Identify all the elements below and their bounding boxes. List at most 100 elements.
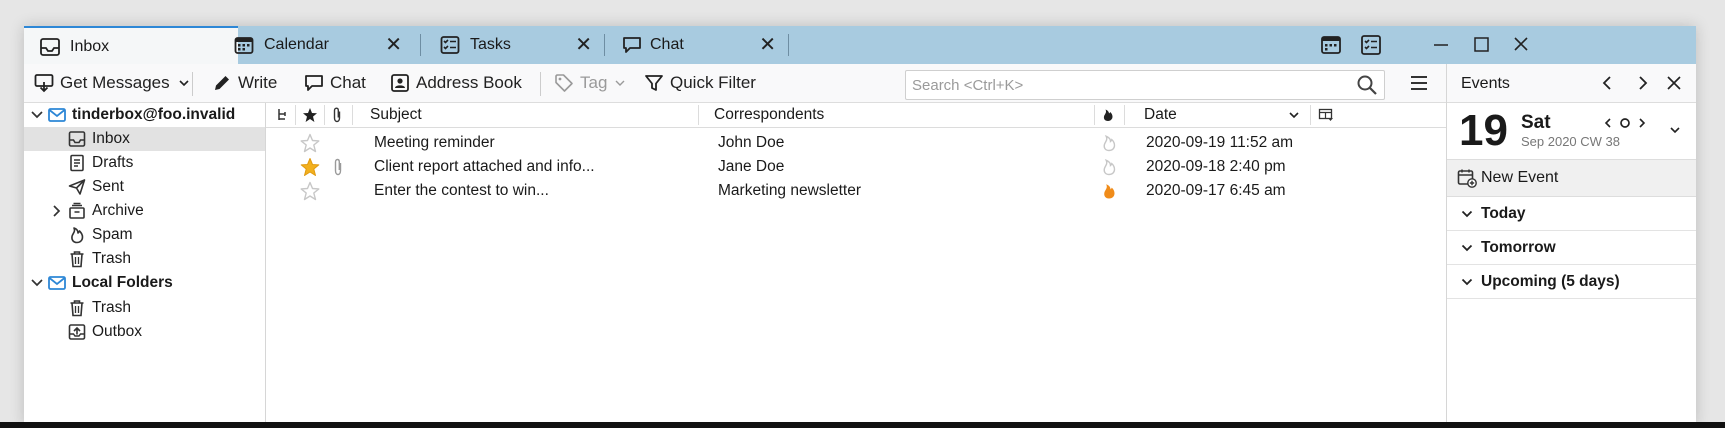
attachment-column-icon[interactable] (330, 107, 344, 123)
section-tomorrow[interactable]: Tomorrow (1447, 231, 1696, 265)
new-event-label: New Event (1481, 169, 1559, 186)
folder-label: Trash (92, 299, 132, 316)
star-icon[interactable] (300, 157, 320, 177)
today-pane-title: Events (1461, 75, 1510, 92)
search-input[interactable] (906, 71, 1342, 99)
folder-drafts[interactable]: Drafts (24, 151, 265, 175)
folder-label: Inbox (92, 130, 130, 147)
folder-local-trash[interactable]: Trash (24, 296, 265, 320)
subject-column-header[interactable]: Subject (370, 103, 422, 127)
tab-calendar-label: Calendar (264, 36, 329, 53)
thread-pane: Subject Correspondents Date Meeting remi… (266, 103, 1446, 426)
star-column-icon[interactable] (302, 107, 318, 123)
thread-icon[interactable] (276, 108, 290, 122)
tab-chat[interactable]: Chat ✕ (604, 26, 788, 64)
chevron-down-icon[interactable] (1288, 110, 1300, 120)
junk-status-icon[interactable] (1102, 134, 1116, 152)
folder-archive[interactable]: Archive (24, 199, 265, 223)
correspondents-header-label: Correspondents (714, 106, 825, 123)
tasks-icon[interactable] (1358, 33, 1384, 57)
new-event-button[interactable]: New Event (1447, 160, 1696, 197)
account-label: tinderbox@foo.invalid (72, 106, 236, 123)
chat-button[interactable]: Chat (304, 64, 366, 102)
folder-inbox[interactable]: Inbox (24, 127, 265, 151)
calendar-icon[interactable] (1318, 33, 1344, 57)
maximize-icon[interactable] (1468, 33, 1494, 57)
chevron-down-icon[interactable] (178, 78, 190, 88)
quick-filter-button[interactable]: Quick Filter (644, 64, 756, 102)
folder-label: Sent (92, 178, 124, 195)
address-book-icon (391, 74, 409, 92)
star-icon[interactable] (300, 133, 320, 153)
new-event-icon (1457, 169, 1477, 188)
local-folders-row[interactable]: Local Folders (24, 271, 265, 295)
date-column-header[interactable]: Date (1144, 103, 1177, 127)
table-row[interactable]: Client report attached and info... Jane … (266, 155, 1446, 179)
quick-filter-label: Quick Filter (670, 73, 756, 92)
message-subject: Enter the contest to win... (374, 182, 549, 199)
day-subtitle: Sep 2020 CW 38 (1521, 134, 1621, 149)
folder-trash[interactable]: Trash (24, 247, 265, 271)
chevron-right-icon[interactable] (1637, 117, 1647, 129)
section-today[interactable]: Today (1447, 197, 1696, 231)
inbox-icon (40, 38, 60, 56)
chevron-down-icon[interactable] (30, 276, 44, 290)
close-icon[interactable]: ✕ (575, 35, 592, 55)
tab-calendar[interactable]: Calendar ✕ (220, 26, 420, 64)
folder-outbox[interactable]: Outbox (24, 320, 265, 344)
today-pane-header: Events (1447, 64, 1696, 103)
close-icon[interactable]: ✕ (759, 35, 776, 55)
address-book-label: Address Book (416, 73, 522, 92)
write-button[interactable]: Write (212, 64, 277, 102)
today-circle-icon[interactable] (1619, 117, 1631, 129)
search-icon[interactable] (1356, 74, 1378, 96)
junk-status-icon[interactable] (1102, 158, 1116, 176)
account-row[interactable]: tinderbox@foo.invalid (24, 103, 265, 127)
column-picker-icon[interactable] (1318, 108, 1334, 122)
chevron-right-icon[interactable] (50, 204, 64, 218)
message-subject: Client report attached and info... (374, 158, 595, 175)
flame-icon (71, 227, 84, 244)
tab-chat-label: Chat (650, 36, 684, 53)
junk-status-icon[interactable] (1102, 182, 1116, 200)
section-label: Upcoming (5 days) (1481, 273, 1620, 290)
tag-button[interactable]: Tag (554, 64, 631, 102)
pencil-icon (215, 76, 229, 90)
star-icon[interactable] (300, 181, 320, 201)
section-upcoming[interactable]: Upcoming (5 days) (1447, 265, 1696, 299)
tag-label: Tag (580, 73, 608, 92)
table-row[interactable]: Meeting reminder John Doe 2020-09-19 11:… (266, 131, 1446, 155)
chevron-left-icon[interactable] (1603, 117, 1613, 129)
address-book-button[interactable]: Address Book (390, 64, 522, 102)
tab-tasks[interactable]: Tasks ✕ (420, 26, 604, 64)
chevron-down-icon[interactable] (30, 108, 44, 122)
close-window-icon[interactable] (1508, 33, 1534, 57)
minimize-icon[interactable] (1428, 33, 1454, 57)
chevron-down-icon (615, 80, 625, 86)
local-folders-label: Local Folders (72, 274, 173, 291)
tab-tasks-label: Tasks (470, 36, 511, 53)
bottom-border (0, 422, 1725, 428)
chevron-down-icon (1461, 278, 1473, 286)
folder-sent[interactable]: Sent (24, 175, 265, 199)
folder-label: Trash (92, 250, 132, 267)
account-mail-icon (48, 108, 66, 122)
correspondents-column-header[interactable]: Correspondents (714, 103, 824, 127)
close-icon[interactable]: ✕ (385, 35, 402, 55)
filter-icon (645, 75, 663, 91)
get-messages-button[interactable]: Get Messages (34, 64, 170, 102)
hamburger-menu-icon[interactable] (1409, 74, 1429, 92)
folder-spam[interactable]: Spam (24, 223, 265, 247)
table-row[interactable]: Enter the contest to win... Marketing ne… (266, 179, 1446, 203)
chevron-down-icon[interactable] (1669, 125, 1681, 135)
chevron-right-icon[interactable] (1633, 74, 1651, 92)
local-folders-icon (48, 276, 66, 290)
trash-icon (70, 251, 84, 268)
mini-day: 19 Sat Sep 2020 CW 38 (1447, 103, 1696, 160)
close-icon[interactable] (1665, 74, 1683, 92)
chevron-down-icon (1461, 244, 1473, 252)
outbox-icon (68, 324, 86, 340)
chevron-left-icon[interactable] (1599, 74, 1617, 92)
junk-column-icon[interactable] (1102, 108, 1114, 122)
tab-inbox[interactable]: Inbox (24, 26, 238, 64)
